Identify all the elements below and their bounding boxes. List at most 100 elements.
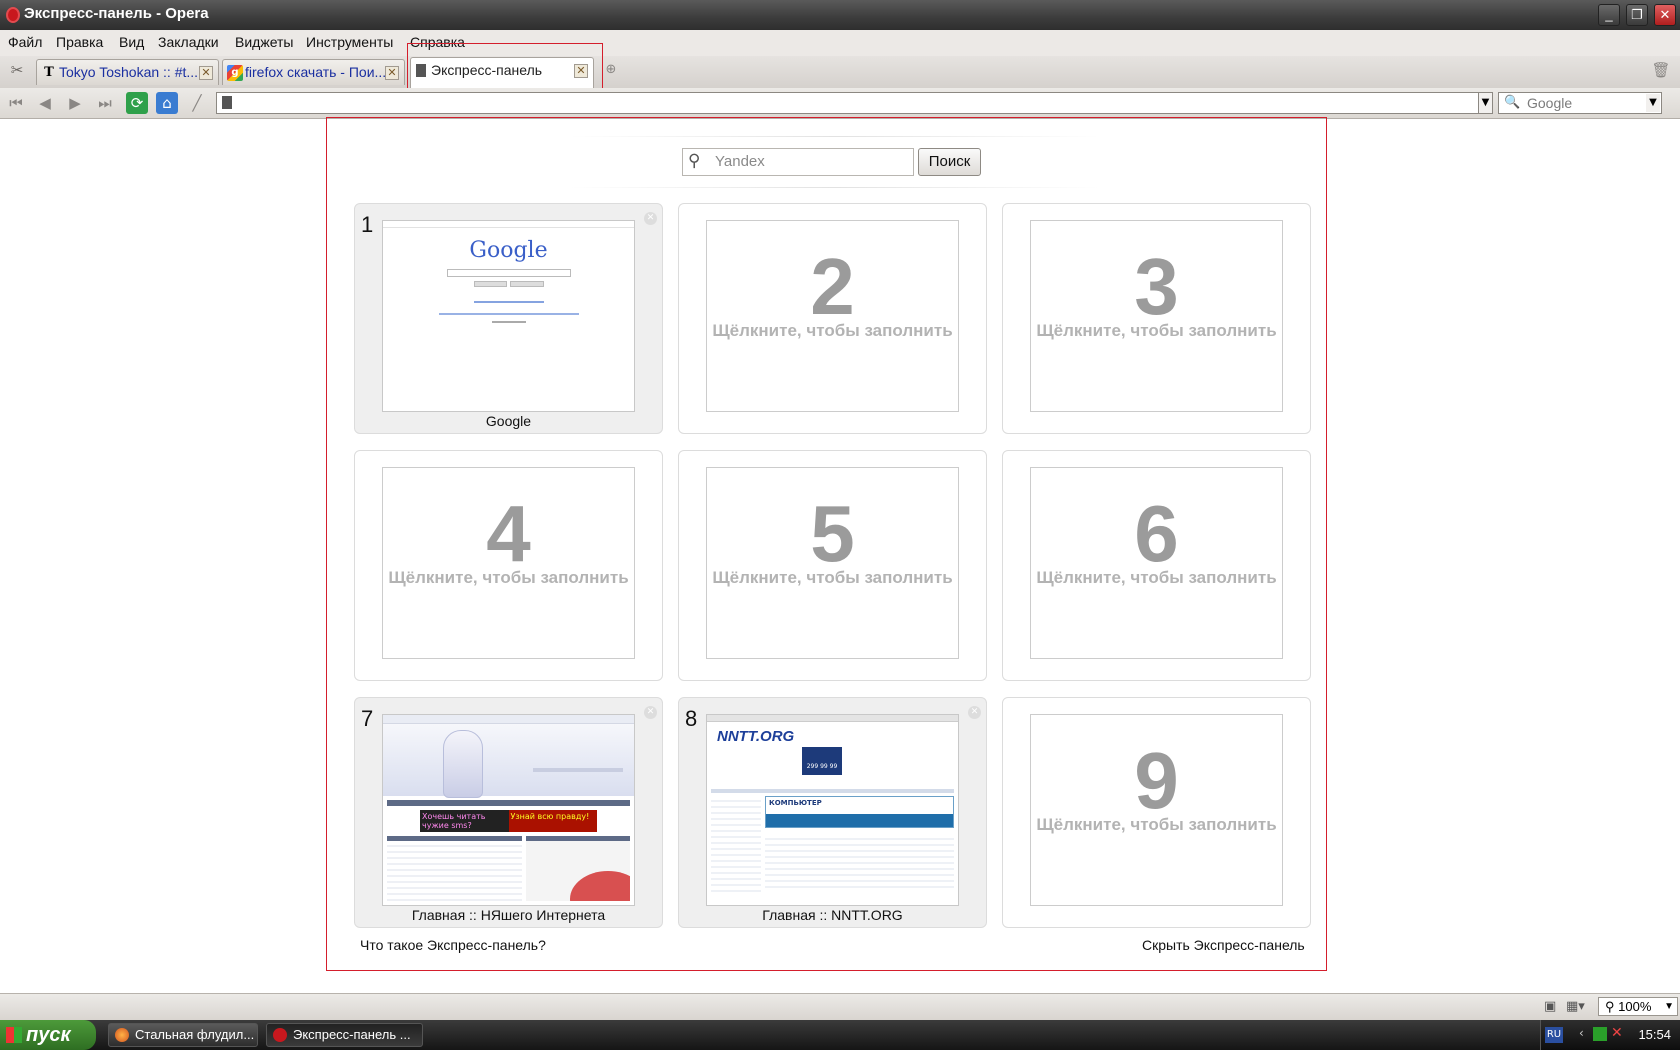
close-window-button[interactable]: ✕ xyxy=(1654,4,1676,26)
menu-edit[interactable]: Правка xyxy=(56,34,103,50)
dial-number: 1 xyxy=(361,212,374,237)
anime-girl-image xyxy=(443,730,483,798)
address-dropdown-icon[interactable]: ▼ xyxy=(1478,92,1493,114)
rewind-icon[interactable]: ⏮ xyxy=(5,92,27,114)
task-label: Стальная флудил... xyxy=(135,1027,255,1042)
dial-big-number: 6 xyxy=(1134,489,1179,578)
speed-dial-search-input[interactable]: ⚲ Yandex xyxy=(682,148,914,176)
dial-number: 8 xyxy=(685,706,698,731)
taskbar-task-firefox[interactable]: Стальная флудил... xyxy=(108,1023,258,1047)
zoom-selector[interactable]: ⚲ 100% ▼ xyxy=(1598,997,1678,1016)
start-button[interactable]: пуск xyxy=(0,1020,96,1050)
restore-button[interactable]: ❐ xyxy=(1626,4,1648,26)
search-placeholder: Yandex xyxy=(715,153,765,170)
nntt-thumbnail: NNTT.ORG 299 99 99 КОМПЬЮТЕР xyxy=(706,714,959,906)
tab-close-icon[interactable]: ✕ xyxy=(385,66,399,80)
separator xyxy=(570,136,1100,137)
separator xyxy=(570,187,1100,188)
taskbar: пуск Стальная флудил... Экспресс-панель … xyxy=(0,1020,1680,1050)
dial-label: Главная :: НЯшего Интернета xyxy=(411,907,606,923)
tools-wrench-icon[interactable]: ✂ xyxy=(6,59,28,81)
speed-dial-2[interactable]: 2 Щёлкните, чтобы заполнить xyxy=(678,203,987,434)
menu-bookmarks[interactable]: Закладки xyxy=(158,34,219,50)
zoom-dropdown-icon: ▼ xyxy=(1664,1001,1674,1012)
dial-close-icon[interactable]: ✕ xyxy=(968,706,981,719)
search-engine-dropdown-icon[interactable]: ▼ xyxy=(1646,94,1660,112)
dial-close-icon[interactable]: ✕ xyxy=(644,212,657,225)
tab-bar: ✂ T Tokyo Toshokan :: #t... ✕ g firefox … xyxy=(0,56,1680,89)
empty-dial-placeholder: 9 Щёлкните, чтобы заполнить xyxy=(1030,714,1283,906)
menu-file[interactable]: Файл xyxy=(8,34,42,50)
speed-dial-5[interactable]: 5 Щёлкните, чтобы заполнить xyxy=(678,450,987,681)
what-is-speed-dial-link[interactable]: Что такое Экспресс-панель? xyxy=(360,937,546,953)
address-field[interactable] xyxy=(216,92,1479,114)
back-arrow-icon[interactable]: ◀ xyxy=(34,92,56,114)
speed-dial-9[interactable]: 9 Щёлкните, чтобы заполнить xyxy=(1002,697,1311,928)
dial-number: 7 xyxy=(361,706,374,731)
empty-dial-placeholder: 4 Щёлкните, чтобы заполнить xyxy=(382,467,635,659)
dial-label: Google xyxy=(485,413,532,429)
taskbar-task-opera[interactable]: Экспресс-панель ... xyxy=(266,1023,423,1047)
dial-label: Главная :: NNTT.ORG xyxy=(762,907,903,923)
tab-title: Tokyo Toshokan :: #t... xyxy=(59,64,199,80)
wand-icon[interactable]: ╱ xyxy=(186,92,208,114)
task-label: Экспресс-панель ... xyxy=(293,1027,411,1042)
tokyo-toshokan-favicon-icon: T xyxy=(44,65,54,80)
dial-big-number: 4 xyxy=(486,489,531,578)
speed-dial-3[interactable]: 3 Щёлкните, чтобы заполнить xyxy=(1002,203,1311,434)
menu-view[interactable]: Вид xyxy=(119,34,144,50)
empty-dial-placeholder: 6 Щёлкните, чтобы заполнить xyxy=(1030,467,1283,659)
images-toggle-icon[interactable]: ▦▾ xyxy=(1566,999,1585,1014)
menu-tools[interactable]: Инструменты xyxy=(306,34,393,50)
menu-widgets[interactable]: Виджеты xyxy=(235,34,294,50)
fill-hint: Щёлкните, чтобы заполнить xyxy=(712,321,953,340)
fast-forward-icon[interactable]: ⏭ xyxy=(94,92,116,114)
speed-dial-4[interactable]: 4 Щёлкните, чтобы заполнить xyxy=(354,450,663,681)
dial-big-number: 9 xyxy=(1134,736,1179,825)
search-engine-field[interactable]: 🔍 Google ▼ xyxy=(1498,92,1662,114)
nntt-box-title: КОМПЬЮТЕР xyxy=(769,799,822,807)
window-title: Экспресс-панель - Opera xyxy=(24,5,209,22)
home-icon[interactable]: ⌂ xyxy=(156,92,178,114)
banner-text-2: Узнай всю правду! xyxy=(508,810,597,832)
tab-close-icon[interactable]: ✕ xyxy=(574,64,588,78)
speed-dial-6[interactable]: 6 Щёлкните, чтобы заполнить xyxy=(1002,450,1311,681)
nntt-price: 299 99 99 xyxy=(806,763,838,770)
windows-flag-icon xyxy=(6,1027,22,1043)
new-tab-plus-icon[interactable]: ⊕ xyxy=(600,59,622,81)
search-button[interactable]: Поиск xyxy=(918,148,981,176)
hide-speed-dial-link[interactable]: Скрыть Экспресс-панель xyxy=(1142,937,1305,953)
presentation-mode-icon[interactable]: ▣ xyxy=(1544,999,1556,1014)
reload-icon[interactable]: ⟳ xyxy=(126,92,148,114)
forward-arrow-icon[interactable]: ▶ xyxy=(64,92,86,114)
page-document-icon xyxy=(222,96,232,109)
dial-big-number: 3 xyxy=(1134,242,1179,331)
dial-close-icon[interactable]: ✕ xyxy=(644,706,657,719)
page-document-icon xyxy=(416,64,426,77)
fill-hint: Щёлкните, чтобы заполнить xyxy=(388,568,629,587)
menu-help[interactable]: Справка xyxy=(410,34,465,50)
system-tray: RU ‹ ✕ 15:54 xyxy=(1540,1020,1680,1050)
speed-dial-1[interactable]: 1 ✕ Google Google xyxy=(354,203,663,434)
tray-expand-icon[interactable]: ‹ xyxy=(1579,1026,1584,1040)
network-icon[interactable] xyxy=(1593,1027,1607,1041)
tab-tokyo-toshokan[interactable]: T Tokyo Toshokan :: #t... ✕ xyxy=(36,59,219,85)
speed-dial-8[interactable]: 8 ✕ NNTT.ORG 299 99 99 КОМПЬЮТЕР Главная… xyxy=(678,697,987,928)
volume-muted-icon[interactable]: ✕ xyxy=(1611,1025,1623,1041)
minimize-button[interactable]: _ xyxy=(1598,4,1620,26)
opera-logo-icon xyxy=(6,7,20,23)
empty-dial-placeholder: 5 Щёлкните, чтобы заполнить xyxy=(706,467,959,659)
tab-firefox-search[interactable]: g firefox скачать - Пои... ✕ xyxy=(222,59,405,85)
empty-dial-placeholder: 2 Щёлкните, чтобы заполнить xyxy=(706,220,959,412)
speed-dial-7[interactable]: 7 ✕ Хочешь читать чужие sms? Узнай всю п… xyxy=(354,697,663,928)
tab-speed-dial[interactable]: Экспресс-панель ✕ xyxy=(410,57,594,88)
banner-text-1: Хочешь читать чужие sms? xyxy=(422,812,486,830)
firefox-icon xyxy=(115,1028,129,1042)
tab-title: firefox скачать - Пои... xyxy=(245,64,385,80)
navigation-toolbar: ⏮ ◀ ▶ ⏭ ⟳ ⌂ ╱ ▼ 🔍 Google ▼ xyxy=(0,88,1680,119)
language-indicator[interactable]: RU xyxy=(1545,1027,1563,1043)
tab-close-icon[interactable]: ✕ xyxy=(199,66,213,80)
nntt-logo: NNTT.ORG xyxy=(717,728,795,745)
zoom-lens-icon: ⚲ xyxy=(1605,999,1615,1014)
trash-icon[interactable]: 🗑 xyxy=(1650,59,1672,81)
